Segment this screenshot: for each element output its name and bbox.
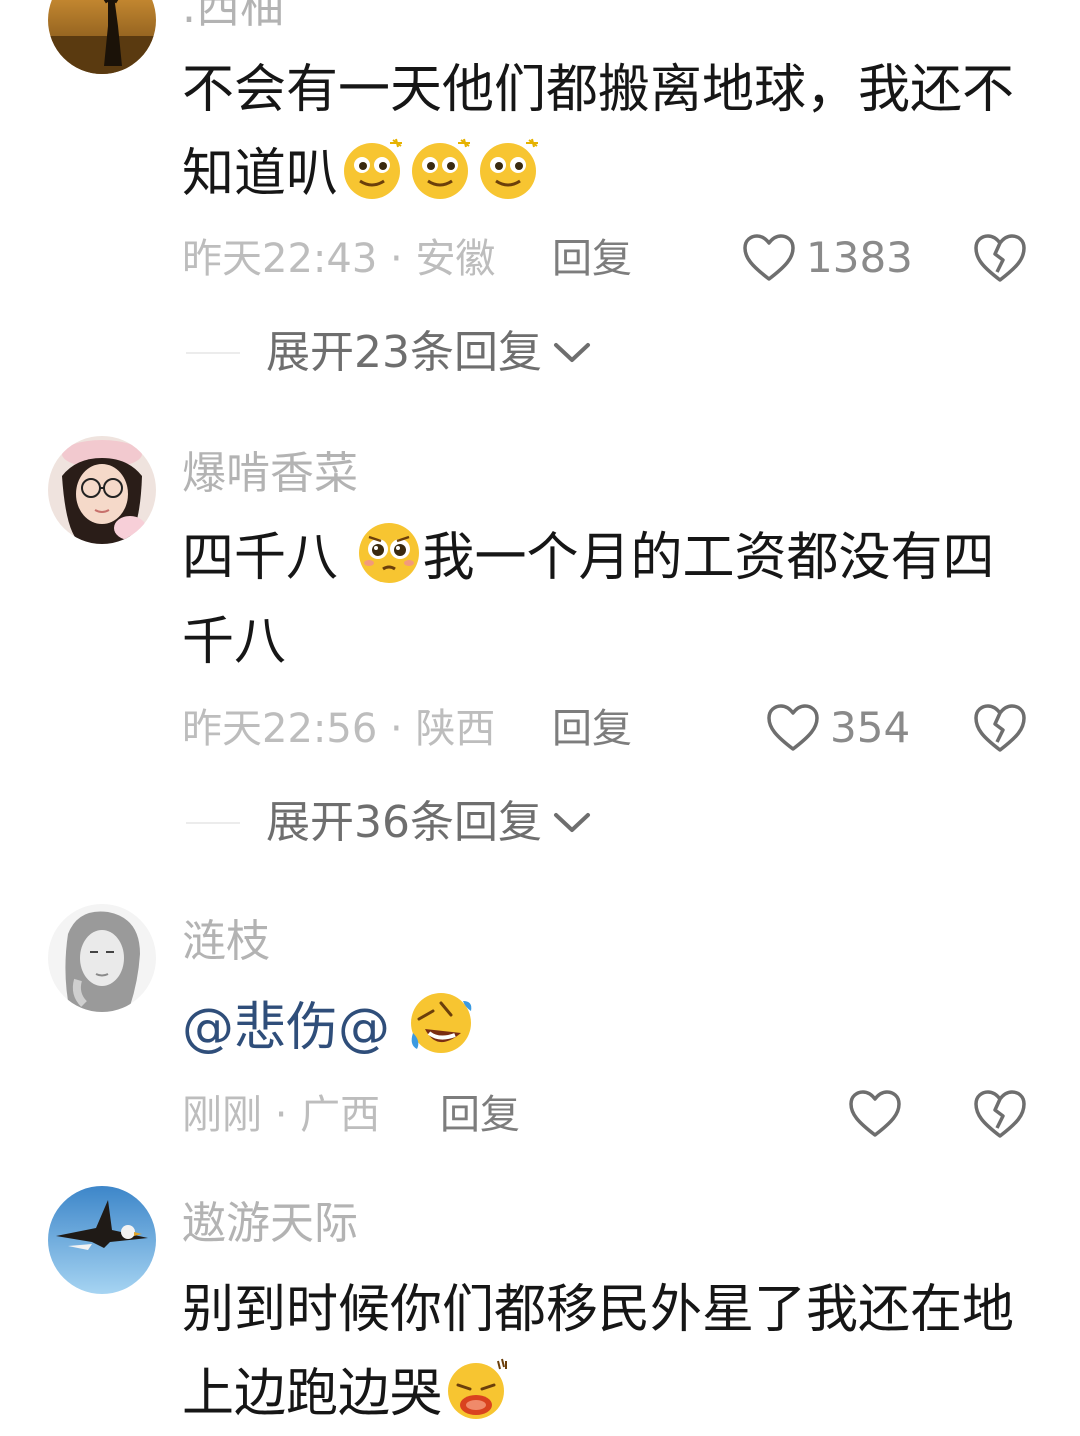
expand-replies-label: 展开36条回复 (266, 797, 542, 848)
comment-meta: 刚刚 · 广西 (182, 1095, 380, 1135)
comment-meta: 昨天22:56 · 陕西 (182, 709, 495, 749)
expand-replies-label: 展开23条回复 (266, 327, 542, 378)
divider-line (186, 822, 240, 824)
username[interactable]: 涟枝 (182, 920, 270, 964)
comment-text-body: 不会有一天他们都搬离地球，我还不知道叭 (182, 60, 1015, 204)
heart-outline-icon (849, 1090, 901, 1137)
comment-meta: 昨天22:43 · 安徽 (182, 239, 495, 279)
chevron-down-icon (554, 813, 590, 832)
sketch-girl-avatar (48, 904, 156, 1012)
eagle-avatar (48, 1186, 156, 1294)
sparkle-eyes-face-icon (338, 135, 406, 203)
broken-heart-icon (974, 234, 1026, 282)
comment-text: @悲伤@ (182, 986, 1022, 1070)
comment-text: 不会有一天他们都搬离地球，我还不知道叭 (182, 48, 1022, 216)
user-avatar[interactable] (48, 1186, 156, 1294)
comment-time: 昨天22:43 (182, 236, 378, 282)
dislike-button[interactable] (972, 232, 1028, 284)
user-avatar[interactable] (48, 904, 156, 1012)
meta-separator: · (377, 706, 416, 752)
like-button[interactable]: 354 (766, 702, 910, 754)
like-count: 354 (830, 703, 911, 752)
comment-location: 安徽 (415, 236, 496, 282)
like-button[interactable] (848, 1088, 902, 1140)
username[interactable]: 爆啃香菜 (182, 452, 358, 496)
chevron-down-icon (554, 343, 590, 362)
comment-time: 刚刚 (182, 1092, 262, 1138)
meta-separator: · (262, 1092, 301, 1138)
comment-text-body: 别到时候你们都移民外星了我还在地上边跑边哭 (182, 1280, 1015, 1424)
expand-replies-button[interactable]: 展开36条回复 (186, 798, 592, 848)
username[interactable]: .西柚 (182, 0, 284, 30)
like-count: 1383 (806, 233, 913, 282)
crying-mouth-face-icon (442, 1355, 510, 1423)
comment-text: 四千八 我一个月的工资都没有四千八 (182, 516, 1022, 684)
expand-replies-button[interactable]: 展开23条回复 (186, 328, 592, 378)
heart-outline-icon (743, 234, 795, 281)
comment-time: 昨天22:56 (182, 706, 378, 752)
user-avatar[interactable] (48, 0, 156, 74)
username[interactable]: 遨游天际 (182, 1202, 358, 1246)
comment-location: 陕西 (415, 706, 496, 752)
dislike-button[interactable] (972, 1088, 1028, 1140)
user-avatar[interactable] (48, 436, 156, 544)
broken-heart-icon (974, 704, 1026, 752)
sparkle-eyes-face-icon (406, 135, 474, 203)
reply-button[interactable]: 回复 (552, 709, 632, 749)
comment-text-part1: 四千八 (182, 528, 339, 588)
rolling-laughing-face-icon (407, 989, 475, 1057)
girl-glasses-avatar (48, 436, 156, 544)
dislike-button[interactable] (972, 702, 1028, 754)
reply-button[interactable]: 回复 (440, 1095, 520, 1135)
heart-outline-icon (767, 704, 819, 751)
pleading-face-icon (355, 519, 423, 587)
reply-button[interactable]: 回复 (552, 239, 632, 279)
broken-heart-icon (974, 1090, 1026, 1138)
sunset-silhouette-avatar (48, 0, 156, 74)
like-button[interactable]: 1383 (742, 232, 913, 284)
comment-text: 别到时候你们都移民外星了我还在地上边跑边哭 (182, 1268, 1022, 1436)
divider-line (186, 352, 240, 354)
mention-link[interactable]: @悲伤@ (182, 998, 390, 1058)
sparkle-eyes-face-icon (474, 135, 542, 203)
meta-separator: · (377, 236, 416, 282)
comment-location: 广西 (300, 1092, 381, 1138)
